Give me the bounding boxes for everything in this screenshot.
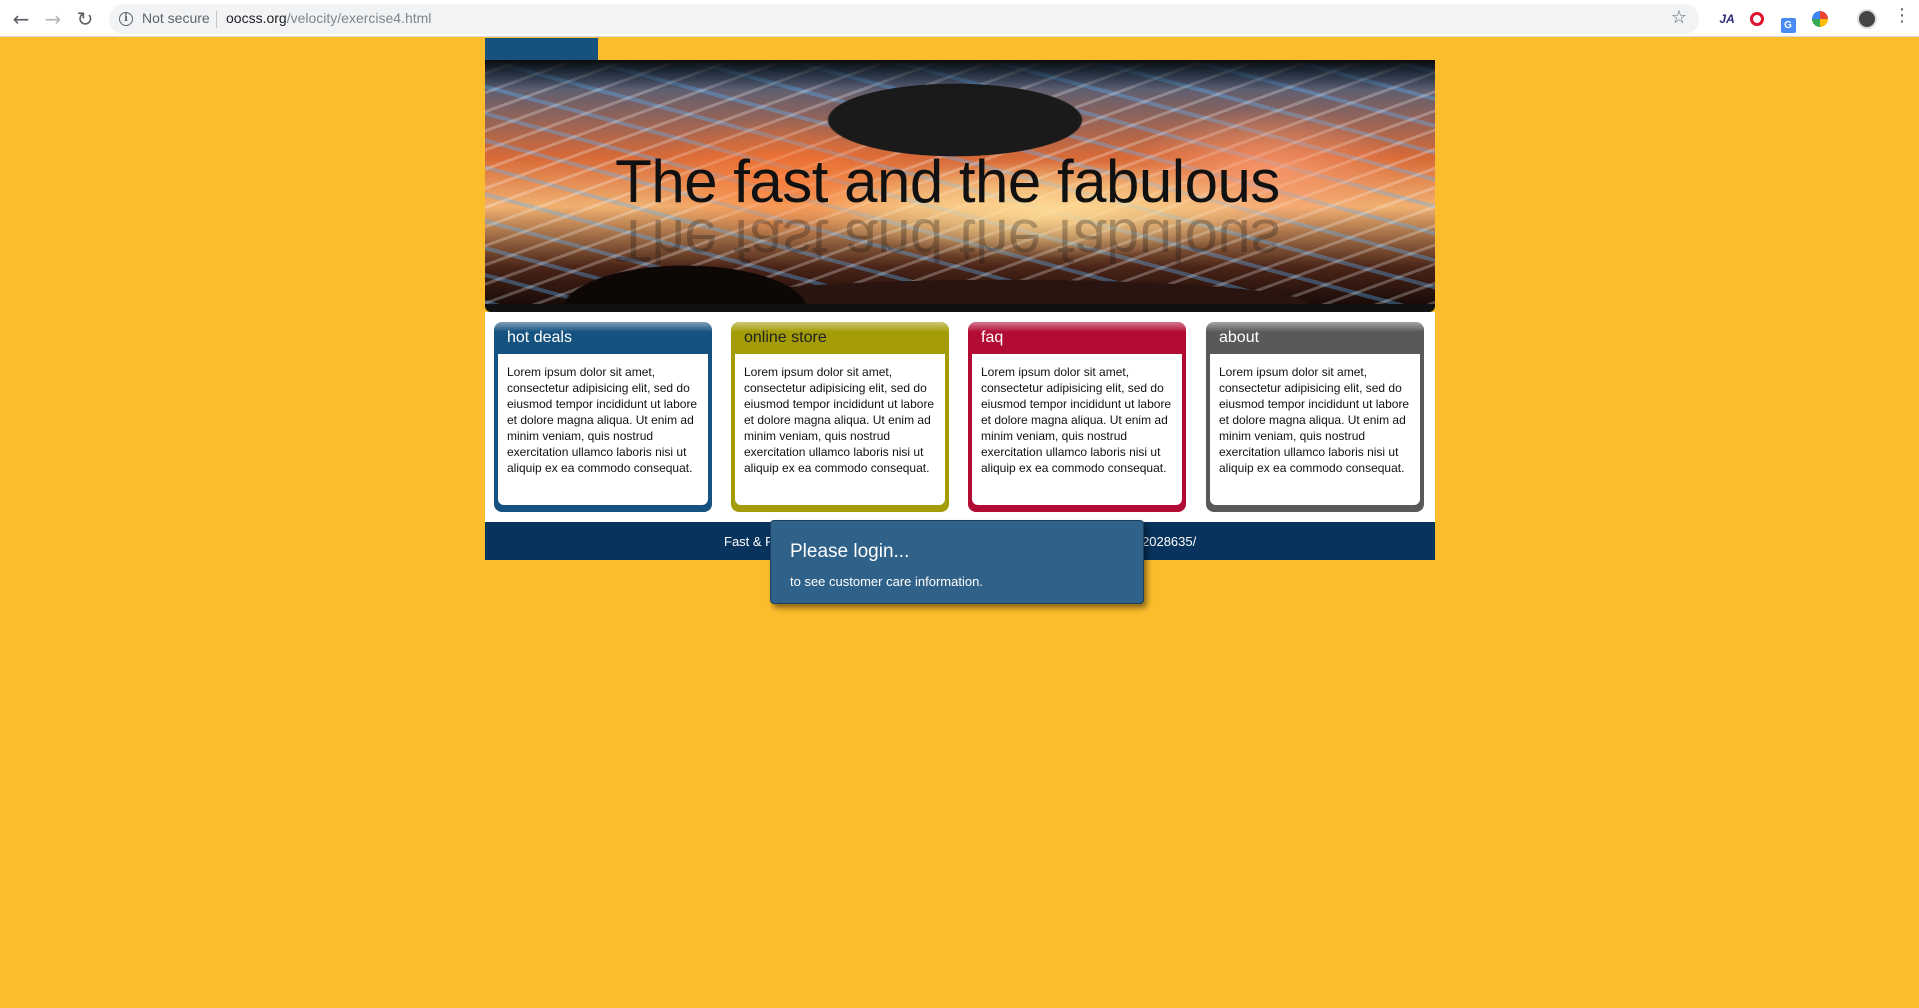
address-separator <box>216 11 217 28</box>
content-area: hot deals Lorem ipsum dolor sit amet, co… <box>485 312 1435 522</box>
bookmark-star-icon[interactable]: ☆ <box>1671 7 1687 28</box>
box-title: faq <box>968 322 1186 354</box>
box-body: Lorem ipsum dolor sit amet, consectetur … <box>972 354 1182 505</box>
browser-toolbar: ← → ↻ i Not secure oocss.org/velocity/ex… <box>0 0 1919 37</box>
arrow-left-icon: ← <box>12 7 30 31</box>
popup-text: to see customer care information. <box>790 574 983 589</box>
box-body: Lorem ipsum dolor sit amet, consectetur … <box>1210 354 1420 505</box>
hero-banner: The fast and the fabulous The fast and t… <box>485 60 1435 312</box>
profile-avatar[interactable] <box>1857 9 1877 29</box>
page-top-strip <box>485 38 1435 60</box>
hero-title: The fast and the fabulous <box>615 148 1280 215</box>
box-online-store: online store Lorem ipsum dolor sit amet,… <box>731 322 949 512</box>
footer-text-right: 2028635/ <box>1142 534 1197 549</box>
security-label[interactable]: Not secure <box>142 10 210 26</box>
url-text[interactable]: oocss.org/velocity/exercise4.html <box>226 10 431 26</box>
box-hot-deals: hot deals Lorem ipsum dolor sit amet, co… <box>494 322 712 512</box>
browser-menu-icon[interactable]: ⋮ <box>1893 7 1911 25</box>
box-body: Lorem ipsum dolor sit amet, consectetur … <box>498 354 708 505</box>
translate-extension-icon[interactable]: G <box>1777 8 1799 33</box>
url-host: oocss.org <box>226 10 287 26</box>
box-title: hot deals <box>494 322 712 354</box>
info-icon[interactable]: i <box>119 12 133 26</box>
footer-text-left: Fast & F <box>724 534 774 549</box>
url-path: /velocity/exercise4.html <box>286 10 432 26</box>
back-button[interactable]: ← <box>8 6 34 32</box>
login-popup[interactable]: Please login... to see customer care inf… <box>770 520 1144 604</box>
box-faq: faq Lorem ipsum dolor sit amet, consecte… <box>968 322 1186 512</box>
forward-button[interactable]: → <box>40 6 66 32</box>
box-title: online store <box>731 322 949 354</box>
address-bar[interactable]: i Not secure oocss.org/velocity/exercise… <box>109 4 1699 34</box>
box-body: Lorem ipsum dolor sit amet, consectetur … <box>735 354 945 505</box>
color-picker-extension-icon[interactable] <box>1809 8 1831 30</box>
reload-button[interactable]: ↻ <box>72 6 98 32</box>
hero-title-reflection: The fast and the fabulous <box>615 207 1280 274</box>
box-title: about <box>1206 322 1424 354</box>
page-top-tab[interactable] <box>485 38 598 60</box>
arrow-right-icon: → <box>44 7 62 31</box>
popup-title: Please login... <box>790 541 910 562</box>
reload-icon: ↻ <box>76 7 94 31</box>
ja-extension-icon[interactable]: JA <box>1716 8 1738 30</box>
box-about: about Lorem ipsum dolor sit amet, consec… <box>1206 322 1424 512</box>
opera-extension-icon[interactable] <box>1746 8 1768 30</box>
